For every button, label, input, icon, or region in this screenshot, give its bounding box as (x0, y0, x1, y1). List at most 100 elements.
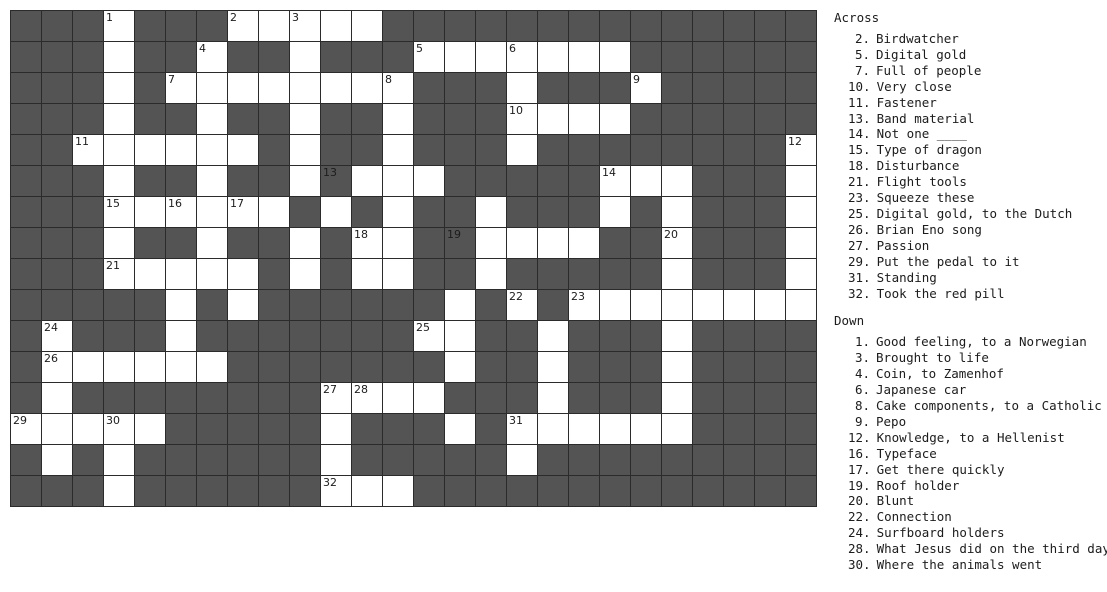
crossword-cell-open[interactable] (196, 227, 228, 259)
crossword-cell-open[interactable] (258, 72, 290, 104)
crossword-cell-open[interactable] (382, 196, 414, 228)
crossword-cell-open[interactable] (289, 134, 321, 166)
crossword-cell-open[interactable]: 5 (413, 41, 445, 73)
crossword-cell-open[interactable] (444, 351, 476, 383)
crossword-cell-open[interactable] (320, 196, 352, 228)
down-clue-item[interactable]: 8. Cake components, to a Catholic (848, 398, 1107, 414)
crossword-cell-open[interactable]: 31 (506, 413, 538, 445)
crossword-cell-open[interactable] (227, 72, 259, 104)
down-clue-item[interactable]: 16. Typeface (848, 446, 1107, 462)
crossword-cell-open[interactable] (506, 72, 538, 104)
crossword-cell-open[interactable] (227, 289, 259, 321)
crossword-cell-open[interactable] (103, 475, 135, 507)
crossword-cell-open[interactable]: 4 (196, 41, 228, 73)
crossword-cell-open[interactable] (661, 413, 693, 445)
crossword-cell-open[interactable] (382, 103, 414, 135)
crossword-cell-open[interactable]: 14 (599, 165, 631, 197)
crossword-cell-open[interactable] (568, 103, 600, 135)
crossword-cell-open[interactable] (165, 289, 197, 321)
crossword-cell-open[interactable]: 8 (382, 72, 414, 104)
crossword-cell-open[interactable] (289, 165, 321, 197)
crossword-cell-open[interactable]: 24 (41, 320, 73, 352)
crossword-cell-open[interactable] (785, 227, 817, 259)
crossword-cell-open[interactable]: 15 (103, 196, 135, 228)
crossword-cell-open[interactable] (196, 165, 228, 197)
crossword-cell-open[interactable] (754, 289, 786, 321)
crossword-cell-open[interactable] (599, 413, 631, 445)
crossword-cell-open[interactable] (165, 320, 197, 352)
crossword-cell-open[interactable] (475, 227, 507, 259)
crossword-cell-open[interactable] (103, 41, 135, 73)
across-clue-item[interactable]: 13. Band material (848, 111, 1107, 127)
across-clue-item[interactable]: 23. Squeeze these (848, 190, 1107, 206)
crossword-cell-open[interactable] (506, 134, 538, 166)
crossword-cell-open[interactable] (289, 41, 321, 73)
down-clue-item[interactable]: 30. Where the animals went (848, 557, 1107, 573)
crossword-cell-open[interactable]: 27 (320, 382, 352, 414)
crossword-cell-open[interactable]: 25 (413, 320, 445, 352)
crossword-cell-open[interactable] (785, 258, 817, 290)
crossword-cell-open[interactable] (537, 413, 569, 445)
crossword-cell-open[interactable] (475, 196, 507, 228)
down-clue-item[interactable]: 20. Blunt (848, 493, 1107, 509)
crossword-cell-open[interactable] (444, 41, 476, 73)
crossword-cell-open[interactable] (320, 444, 352, 476)
crossword-cell-open[interactable]: 12 (785, 134, 817, 166)
crossword-cell-open[interactable] (196, 351, 228, 383)
crossword-cell-open[interactable] (103, 134, 135, 166)
crossword-cell-open[interactable]: 16 (165, 196, 197, 228)
crossword-cell-open[interactable]: 17 (227, 196, 259, 228)
crossword-cell-open[interactable] (351, 72, 383, 104)
down-clue-item[interactable]: 9. Pepo (848, 414, 1107, 430)
crossword-cell-open[interactable]: 21 (103, 258, 135, 290)
crossword-cell-open[interactable] (134, 351, 166, 383)
crossword-cell-open[interactable] (568, 413, 600, 445)
down-clue-item[interactable]: 19. Roof holder (848, 478, 1107, 494)
crossword-cell-open[interactable] (785, 196, 817, 228)
crossword-cell-open[interactable] (227, 258, 259, 290)
crossword-cell-open[interactable] (661, 382, 693, 414)
down-clue-item[interactable]: 4. Coin, to Zamenhof (848, 366, 1107, 382)
across-clue-item[interactable]: 18. Disturbance (848, 158, 1107, 174)
crossword-cell-open[interactable] (103, 103, 135, 135)
crossword-cell-open[interactable] (351, 165, 383, 197)
crossword-cell-open[interactable] (661, 351, 693, 383)
crossword-cell-open[interactable] (165, 258, 197, 290)
crossword-cell-open[interactable] (537, 227, 569, 259)
crossword-cell-open[interactable] (103, 351, 135, 383)
crossword-cell-open[interactable] (103, 444, 135, 476)
crossword-cell-open[interactable]: 2 (227, 10, 259, 42)
crossword-cell-open[interactable] (568, 227, 600, 259)
crossword-cell-open[interactable] (134, 413, 166, 445)
across-clue-item[interactable]: 29. Put the pedal to it (848, 254, 1107, 270)
crossword-cell-open[interactable] (413, 382, 445, 414)
crossword-cell-open[interactable] (444, 320, 476, 352)
down-clue-item[interactable]: 12. Knowledge, to a Hellenist (848, 430, 1107, 446)
crossword-cell-open[interactable] (258, 10, 290, 42)
crossword-cell-open[interactable] (72, 413, 104, 445)
crossword-cell-open[interactable] (72, 351, 104, 383)
crossword-cell-open[interactable] (103, 165, 135, 197)
crossword-cell-open[interactable]: 3 (289, 10, 321, 42)
crossword-cell-open[interactable] (630, 165, 662, 197)
crossword-cell-open[interactable] (165, 351, 197, 383)
crossword-cell-open[interactable]: 23 (568, 289, 600, 321)
crossword-cell-open[interactable] (537, 103, 569, 135)
crossword-cell-open[interactable]: 26 (41, 351, 73, 383)
crossword-cell-open[interactable] (196, 72, 228, 104)
crossword-cell-open[interactable] (382, 134, 414, 166)
crossword-cell-open[interactable] (103, 227, 135, 259)
across-clue-item[interactable]: 32. Took the red pill (848, 286, 1107, 302)
crossword-cell-open[interactable] (258, 196, 290, 228)
crossword-cell-open[interactable] (41, 382, 73, 414)
crossword-cell-open[interactable] (103, 72, 135, 104)
crossword-cell-open[interactable] (413, 165, 445, 197)
across-clue-item[interactable]: 14. Not one ____ (848, 126, 1107, 142)
crossword-cell-open[interactable] (537, 41, 569, 73)
crossword-cell-open[interactable] (785, 289, 817, 321)
crossword-cell-open[interactable] (351, 10, 383, 42)
crossword-cell-open[interactable]: 20 (661, 227, 693, 259)
crossword-cell-open[interactable]: 28 (351, 382, 383, 414)
crossword-cell-open[interactable] (134, 134, 166, 166)
crossword-cell-open[interactable] (165, 134, 197, 166)
